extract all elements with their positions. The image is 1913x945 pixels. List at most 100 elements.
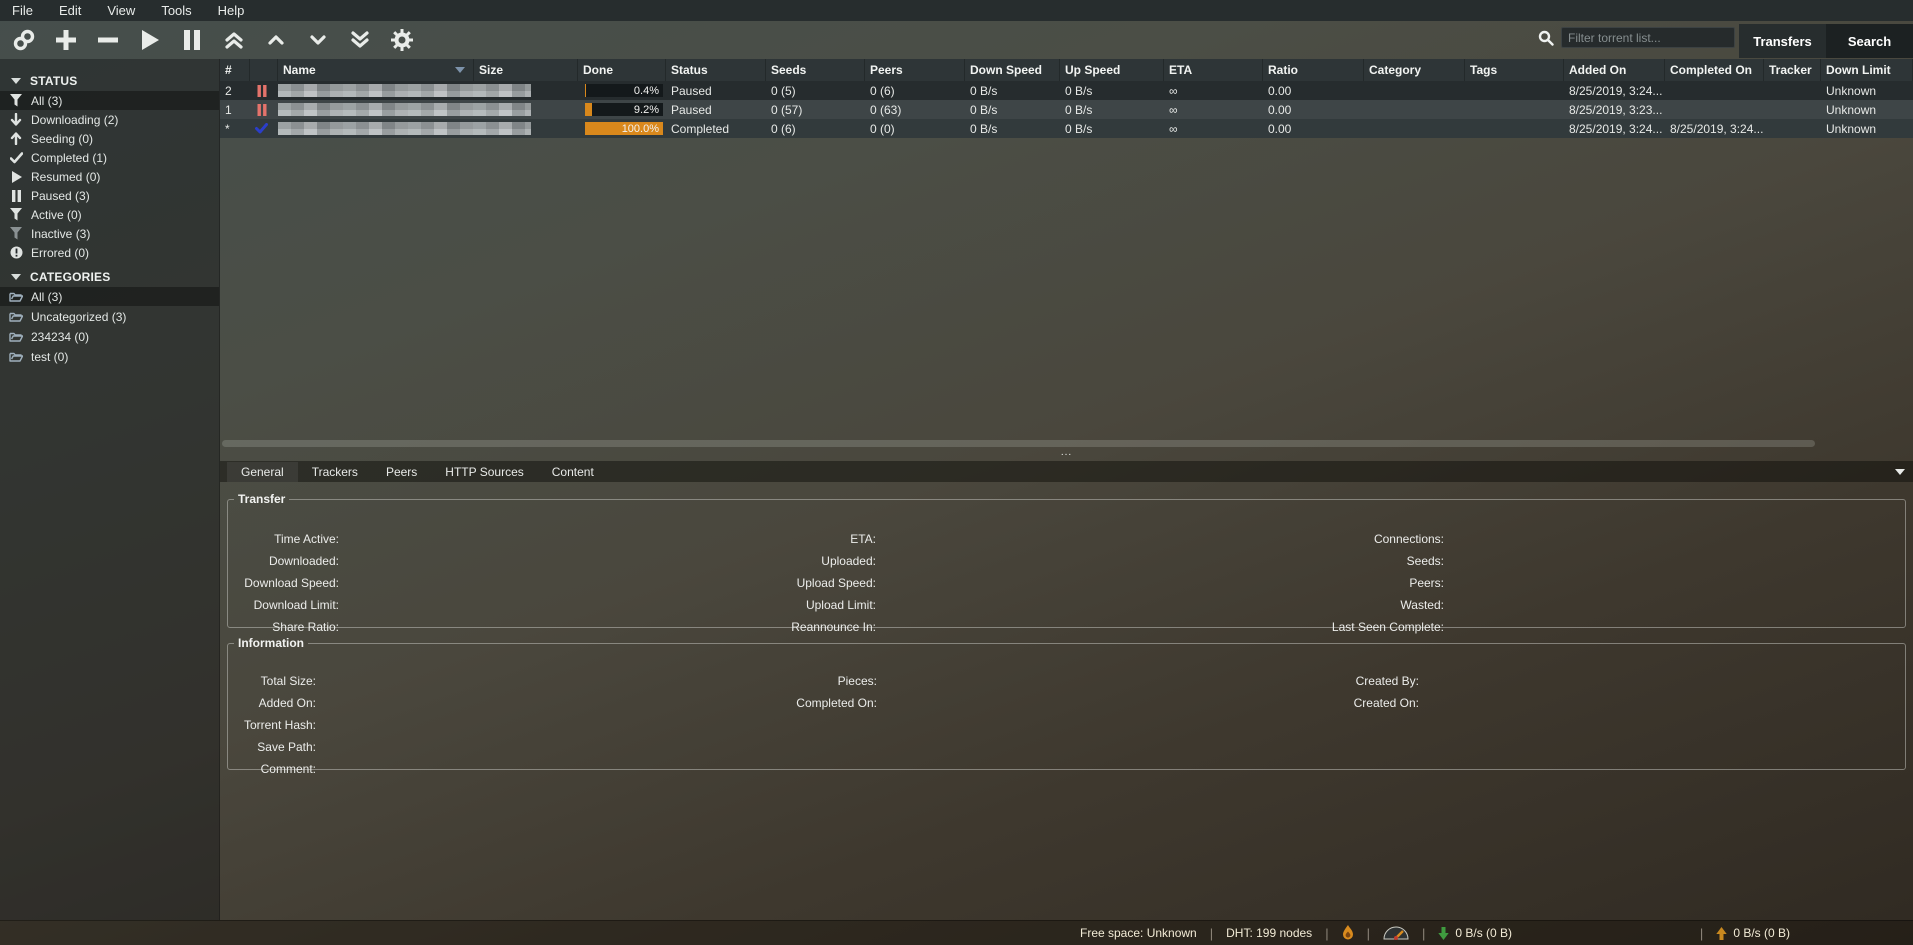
tab-peers[interactable]: Peers [372, 462, 431, 482]
sidebar-category-234234[interactable]: 234234 (0) [0, 327, 219, 346]
folder-icon [9, 350, 23, 364]
status-bar: Free space: Unknown | DHT: 199 nodes | |… [0, 920, 1913, 945]
censored-name-block [278, 103, 531, 116]
menu-tools[interactable]: Tools [161, 3, 191, 18]
label-eta: ETA: [676, 532, 876, 546]
col-header-ratio[interactable]: Ratio [1263, 59, 1364, 81]
resume-icon[interactable] [136, 26, 164, 54]
col-header-status[interactable]: Status [666, 59, 766, 81]
col-header-up-speed[interactable]: Up Speed [1060, 59, 1164, 81]
table-row[interactable]: 2 0.4% Paused 0 (5) 0 (6) 0 B/s 0 B/s ∞ … [220, 81, 1913, 100]
categories-section-header[interactable]: CATEGORIES [0, 267, 219, 286]
move-top-icon[interactable] [220, 26, 248, 54]
col-header-completed-on[interactable]: Completed On [1665, 59, 1764, 81]
label-added-on: Added On: [228, 696, 316, 710]
move-up-icon[interactable] [262, 26, 290, 54]
sidebar-category-uncategorized[interactable]: Uncategorized (3) [0, 307, 219, 326]
add-torrent-file-icon[interactable] [52, 26, 80, 54]
global-download-speed: 0 B/s (0 B) [1438, 926, 1512, 940]
col-header-tracker[interactable]: Tracker [1764, 59, 1821, 81]
col-header-down-limit[interactable]: Down Limit [1821, 59, 1913, 81]
menu-view[interactable]: View [107, 3, 135, 18]
detail-tab-bar: General Trackers Peers HTTP Sources Cont… [220, 461, 1913, 482]
tab-http-sources[interactable]: HTTP Sources [431, 462, 537, 482]
tab-transfers[interactable]: Transfers [1739, 24, 1826, 58]
pane-splitter[interactable]: ... [220, 448, 1913, 458]
check-icon [9, 151, 23, 165]
sidebar-item-all[interactable]: All (3) [0, 91, 219, 110]
sidebar-item-paused[interactable]: Paused (3) [0, 186, 219, 205]
tab-general[interactable]: General [227, 462, 298, 482]
col-header-eta[interactable]: ETA [1164, 59, 1263, 81]
filter-torrent-input[interactable] [1561, 27, 1735, 48]
menu-edit[interactable]: Edit [59, 3, 81, 18]
sidebar: STATUS All (3) Downloading (2) Seeding (… [0, 59, 220, 920]
sidebar-item-completed[interactable]: Completed (1) [0, 148, 219, 167]
label-upload-limit: Upload Limit: [676, 598, 876, 612]
sidebar-item-resumed[interactable]: Resumed (0) [0, 167, 219, 186]
col-header-size[interactable]: Size [474, 59, 578, 81]
delete-icon[interactable] [94, 26, 122, 54]
folder-icon [9, 290, 23, 304]
alt-speed-gauge-icon[interactable] [1383, 926, 1409, 940]
download-arrow-icon [1438, 927, 1449, 940]
tab-trackers[interactable]: Trackers [298, 462, 372, 482]
menu-help[interactable]: Help [218, 3, 245, 18]
view-tabs: Transfers Search [1739, 24, 1913, 58]
torrent-table: # Name Size Done Status Seeds Peers Down… [220, 59, 1913, 138]
transfer-section: Transfer Time Active: Downloaded: Downlo… [227, 492, 1906, 628]
label-save-path: Save Path: [228, 740, 316, 754]
label-time-active: Time Active: [228, 532, 339, 546]
move-bottom-icon[interactable] [346, 26, 374, 54]
tab-search[interactable]: Search [1826, 24, 1913, 58]
sidebar-item-inactive[interactable]: Inactive (3) [0, 224, 219, 243]
add-torrent-link-icon[interactable] [10, 26, 38, 54]
col-header-seeds[interactable]: Seeds [766, 59, 865, 81]
col-header-name[interactable]: Name [278, 59, 474, 81]
global-upload-speed: 0 B/s (0 B) [1716, 926, 1790, 940]
progress-bar: 0.4% [585, 84, 663, 97]
categories-header-label: CATEGORIES [30, 270, 110, 284]
connection-status-flame-icon[interactable] [1342, 925, 1354, 941]
label-reannounce-in: Reannounce In: [676, 620, 876, 634]
progress-bar: 9.2% [585, 103, 663, 116]
information-section: Information Total Size: Added On: Torren… [227, 636, 1906, 770]
menu-file[interactable]: File [12, 3, 33, 18]
move-down-icon[interactable] [304, 26, 332, 54]
sidebar-category-all[interactable]: All (3) [0, 287, 219, 306]
label-download-speed: Download Speed: [228, 576, 339, 590]
col-header-category[interactable]: Category [1364, 59, 1465, 81]
horizontal-scrollbar[interactable] [222, 440, 1815, 447]
col-header-peers[interactable]: Peers [865, 59, 965, 81]
tab-content[interactable]: Content [538, 462, 608, 482]
col-header-tags[interactable]: Tags [1465, 59, 1564, 81]
collapse-pane-chevron-icon[interactable] [1895, 469, 1905, 475]
status-section-header[interactable]: STATUS [0, 71, 219, 90]
arrow-up-icon [9, 132, 23, 146]
sidebar-category-test[interactable]: test (0) [0, 347, 219, 366]
transfer-legend: Transfer [234, 492, 289, 506]
sidebar-item-seeding[interactable]: Seeding (0) [0, 129, 219, 148]
table-row[interactable]: 1 9.2% Paused 0 (57) 0 (63) 0 B/s 0 B/s … [220, 100, 1913, 119]
chevron-down-icon [11, 78, 21, 84]
label-uploaded: Uploaded: [676, 554, 876, 568]
col-header-number[interactable]: # [220, 59, 250, 81]
options-gear-icon[interactable] [388, 26, 416, 54]
free-space: Free space: Unknown [1080, 926, 1197, 940]
table-row[interactable]: * 100.0% Completed 0 (6) 0 (0) 0 B/s 0 B… [220, 119, 1913, 138]
sort-descending-icon [455, 67, 465, 73]
col-header-stateicon[interactable] [250, 59, 278, 81]
sidebar-item-downloading[interactable]: Downloading (2) [0, 110, 219, 129]
col-header-done[interactable]: Done [578, 59, 666, 81]
col-header-down-speed[interactable]: Down Speed [965, 59, 1060, 81]
pause-icon[interactable] [178, 26, 206, 54]
sidebar-item-active[interactable]: Active (0) [0, 205, 219, 224]
label-torrent-hash: Torrent Hash: [228, 718, 316, 732]
sidebar-item-errored[interactable]: Errored (0) [0, 243, 219, 262]
label-connections: Connections: [1244, 532, 1444, 546]
label-download-limit: Download Limit: [228, 598, 339, 612]
arrow-down-icon [9, 113, 23, 127]
label-comment: Comment: [228, 762, 316, 776]
censored-name-block [278, 84, 531, 97]
col-header-added-on[interactable]: Added On [1564, 59, 1665, 81]
